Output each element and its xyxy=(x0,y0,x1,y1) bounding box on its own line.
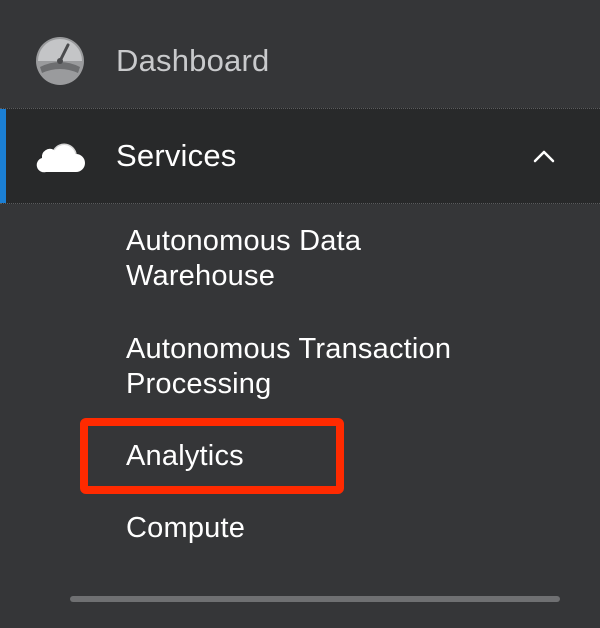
sidebar-item-services[interactable]: Services xyxy=(0,108,600,204)
horizontal-scrollbar[interactable] xyxy=(70,596,560,602)
sidebar-item-label: Services xyxy=(116,138,237,173)
cloud-icon xyxy=(34,130,86,182)
sub-item-label-line2: Processing xyxy=(126,368,272,400)
sub-item-autonomous-transaction-processing[interactable]: Autonomous Transaction Processing xyxy=(126,332,546,402)
sub-item-label-line2: Warehouse xyxy=(126,260,276,292)
chevron-up-icon[interactable] xyxy=(528,140,560,172)
sidebar-nav: Dashboard Services Autonomous Data Wareh… xyxy=(0,0,600,628)
sub-item-label-line1: Autonomous Transaction xyxy=(126,333,452,365)
sub-item-label: Compute xyxy=(126,512,246,544)
sidebar-item-label: Dashboard xyxy=(116,43,270,78)
sub-item-compute[interactable]: Compute xyxy=(126,511,546,546)
dashboard-gauge-icon xyxy=(34,35,86,87)
sidebar-item-dashboard[interactable]: Dashboard xyxy=(0,14,600,108)
highlight-annotation-box xyxy=(80,418,344,494)
active-indicator xyxy=(0,109,6,203)
sub-item-autonomous-data-warehouse[interactable]: Autonomous Data Warehouse xyxy=(126,224,546,294)
sub-item-label-line1: Autonomous Data xyxy=(126,225,362,257)
